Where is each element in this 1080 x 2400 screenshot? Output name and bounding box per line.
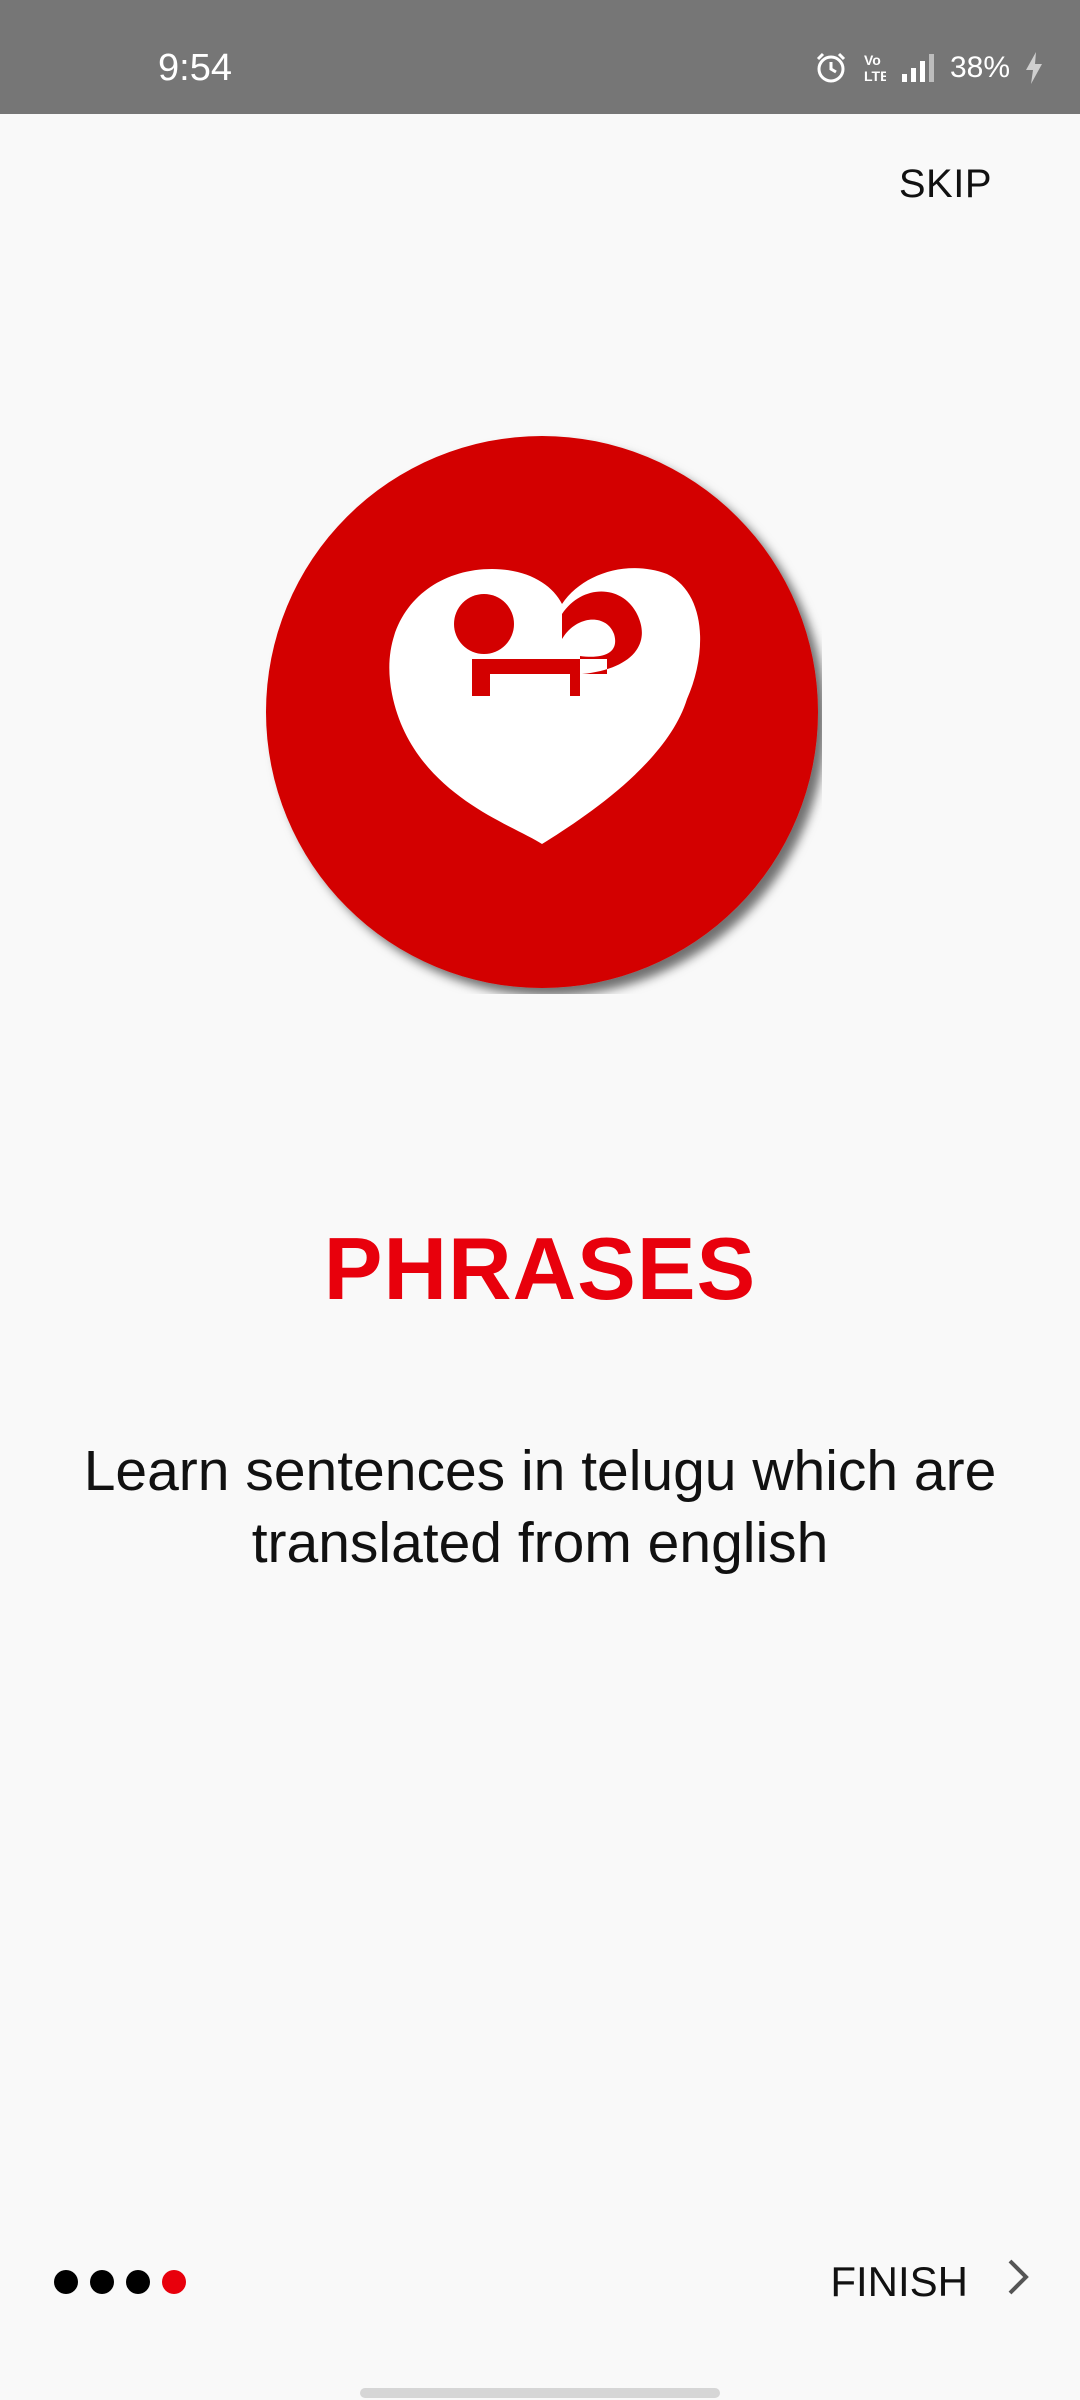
status-bar: 9:54 Vo LTE 38% <box>0 0 1080 114</box>
skip-button[interactable]: SKIP <box>899 162 992 207</box>
volte-icon: Vo LTE <box>862 51 886 85</box>
svg-text:Vo: Vo <box>864 52 881 68</box>
chevron-right-icon <box>1006 2257 1030 2307</box>
page-dot <box>90 2270 114 2294</box>
home-indicator[interactable] <box>360 2388 720 2398</box>
page-dot <box>126 2270 150 2294</box>
finish-button[interactable]: FINISH <box>830 2250 1030 2314</box>
alarm-icon <box>814 51 848 85</box>
app-logo <box>262 434 822 994</box>
page-dot <box>54 2270 78 2294</box>
finish-label: FINISH <box>830 2258 968 2305</box>
signal-icon <box>900 52 936 84</box>
svg-text:LTE: LTE <box>864 68 886 84</box>
battery-charging-icon <box>1024 51 1044 85</box>
slide-description: Learn sentences in telugu which are tran… <box>83 1439 997 1575</box>
status-icons: Vo LTE 38% <box>814 0 1044 136</box>
page-indicator <box>54 2270 186 2294</box>
battery-percentage: 38% <box>949 51 1010 84</box>
slide-title: PHRASES <box>323 1219 757 1318</box>
status-time: 9:54 <box>158 47 232 89</box>
page-dot-active <box>162 2270 186 2294</box>
